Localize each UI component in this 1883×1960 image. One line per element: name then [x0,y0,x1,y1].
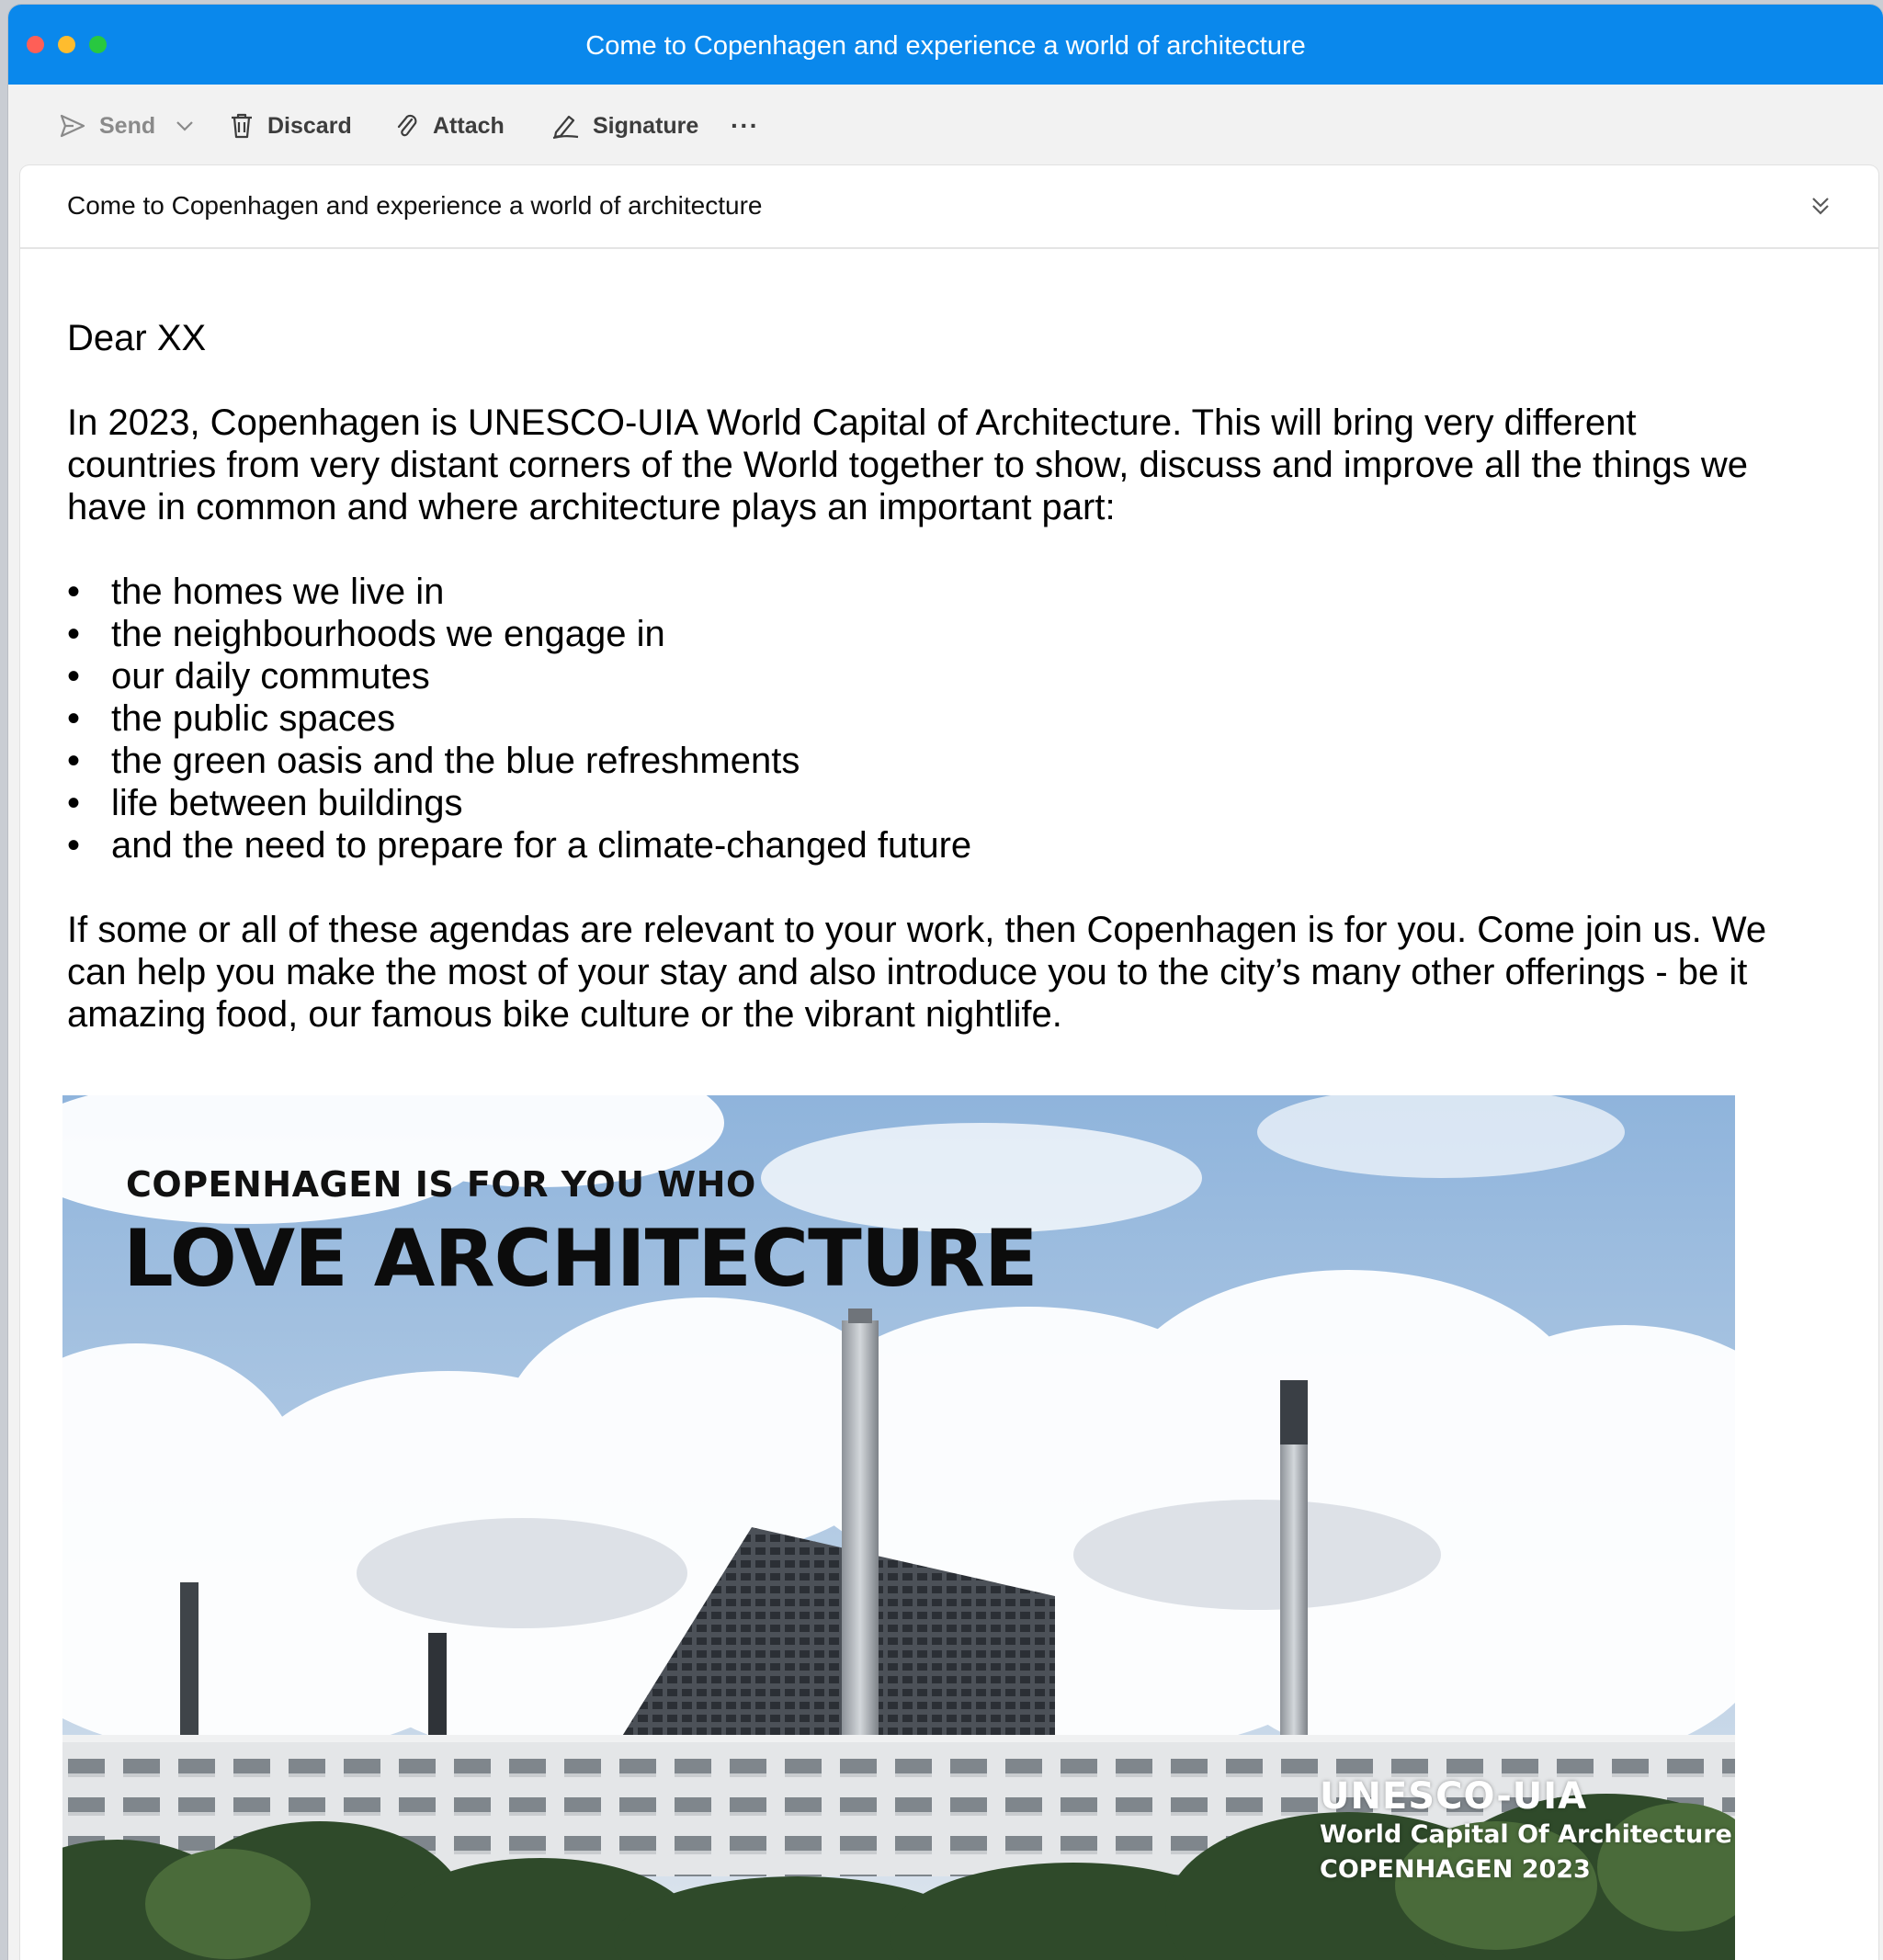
compose-toolbar: Send Discard Attach Signature ··· [8,85,1883,167]
bullet-marker: • [67,614,81,654]
signature-label: Signature [593,112,699,139]
badge-line-1: World Capital Of Architecture [1320,1820,1732,1849]
closing-paragraph: If some or all of these agendas are rele… [67,910,1767,1035]
window-title: Come to Copenhagen and experience a worl… [585,31,1306,61]
intro-paragraph: In 2023, Copenhagen is UNESCO-UIA World … [67,402,1749,527]
double-chevron-down-icon [1805,198,1836,225]
message-body[interactable]: Dear XX In 2023, Copenhagen is UNESCO-UI… [67,317,1795,1036]
bullet-marker: • [67,572,81,612]
banner-kicker: COPENHAGEN IS FOR YOU WHO [126,1164,756,1205]
compose-area: Come to Copenhagen and experience a worl… [20,165,1878,1960]
send-label: Send [99,112,156,139]
mail-compose-window: Come to Copenhagen and experience a worl… [8,5,1883,1960]
unesco-badge: UNESCO-UIA World Capital Of Architecture… [1320,1775,1732,1887]
more-icon: ··· [731,111,759,140]
title-bar: Come to Copenhagen and experience a worl… [8,5,1883,85]
bullet-marker: • [67,741,81,781]
attach-button[interactable]: Attach [394,105,505,147]
banner-headline: LOVE ARCHITECTURE [123,1213,1038,1305]
bullet-marker: • [67,825,81,866]
paperclip-icon [394,112,420,140]
badge-org: UNESCO-UIA [1320,1775,1588,1818]
bullet-marker: • [67,656,81,697]
greeting: Dear XX [67,318,207,358]
discard-button[interactable]: Discard [229,105,352,147]
expand-header-button[interactable] [1805,190,1836,221]
list-item: • life between buildings [67,783,463,823]
list-item: • our daily commutes [67,656,430,697]
send-icon [59,112,86,140]
trash-icon [229,112,255,140]
architecture-banner-image: COPENHAGEN IS FOR YOU WHO LOVE ARCHITECT… [62,1095,1735,1960]
topic-list: • the homes we live in • the neighbourhood… [67,571,1795,867]
discard-label: Discard [267,112,352,139]
more-options-button[interactable]: ··· [731,105,759,147]
signature-button[interactable]: Signature [550,105,698,147]
attach-label: Attach [433,112,505,139]
subject-text[interactable]: Come to Copenhagen and experience a worl… [67,190,762,221]
list-item: • the green oasis and the blue refreshmen… [67,741,800,781]
list-item: • the public spaces [67,698,396,739]
send-options-button[interactable] [174,105,196,147]
list-item: • the homes we live in [67,572,445,612]
pen-signature-icon [550,112,580,140]
subject-field[interactable]: Come to Copenhagen and experience a worl… [20,165,1878,249]
list-item: • and the need to prepare for a climate-c… [67,825,972,866]
bullet-marker: • [67,698,81,739]
badge-line-2: COPENHAGEN 2023 [1320,1855,1591,1884]
list-item: • the neighbourhoods we engage in [67,614,665,654]
send-button[interactable]: Send [59,105,155,147]
bullet-marker: • [67,783,81,823]
chevron-down-icon [174,115,196,137]
